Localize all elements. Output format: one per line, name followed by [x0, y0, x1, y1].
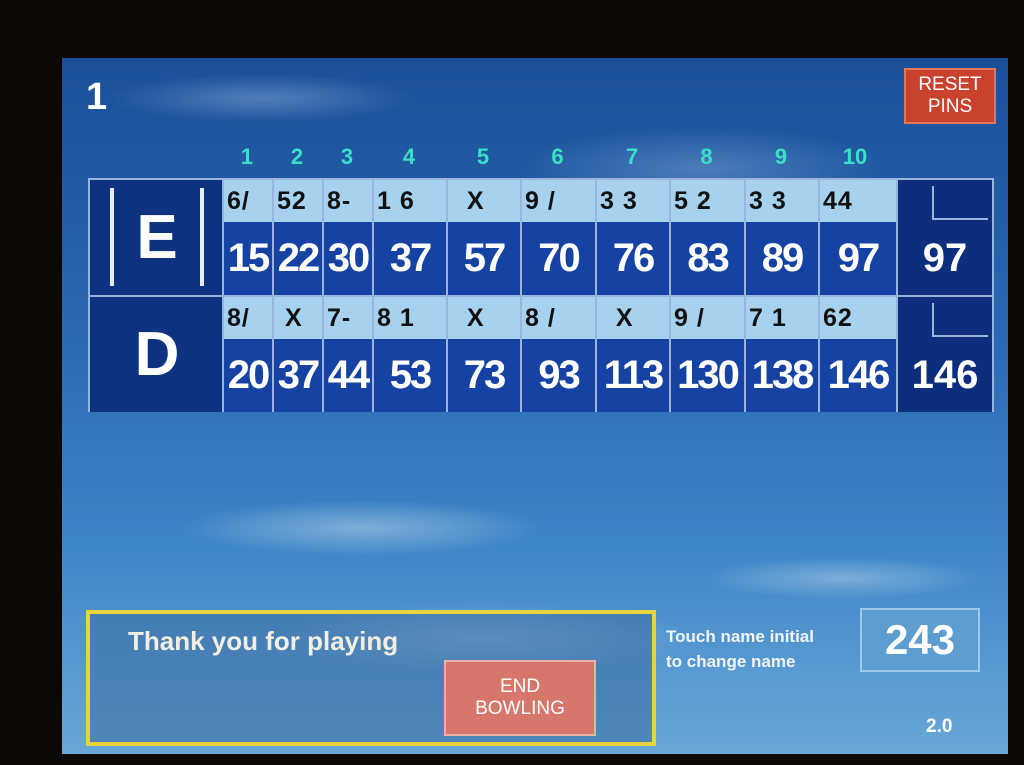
frame-cell: X 57: [448, 180, 522, 295]
frame-number: 2: [290, 144, 304, 169]
frame-balls: 44: [820, 180, 896, 222]
end-bowling-label-line2: BOWLING: [475, 698, 565, 719]
total-score: 146: [911, 353, 979, 397]
frame-balls: 5 2: [671, 180, 744, 222]
frame-cell: 3 3 89: [746, 180, 820, 295]
frame-score: 138: [746, 339, 818, 412]
frame-cell: 8- 30: [324, 180, 374, 295]
frame-cell: 52 22: [274, 180, 324, 295]
lane-number: 1: [86, 76, 108, 118]
bowler-initial-button[interactable]: D: [90, 297, 224, 412]
frame-score: 130: [671, 339, 744, 412]
total-score: 97: [922, 236, 968, 280]
frame-balls: 8 1: [374, 297, 446, 339]
frame-score: 73: [448, 339, 520, 412]
frame-cell: 9 /70: [522, 180, 597, 295]
frame-cell: 8/20: [224, 297, 274, 412]
lane-screen: 1 RESET PINS 1 2 3 4 5 6 7 8 9 10 E 6/15…: [62, 58, 1008, 754]
score-display: 243: [860, 608, 980, 672]
frame-cell: X 37: [274, 297, 324, 412]
change-name-hint: Touch name initial to change name: [666, 624, 866, 674]
frame-number: 3: [340, 144, 354, 169]
frame-score: 53: [374, 339, 446, 412]
total-cell: 97: [898, 180, 992, 295]
frame-number: 1: [240, 144, 254, 169]
frame-number: 10: [842, 144, 868, 169]
frame-balls: 8-: [324, 180, 372, 222]
bowler-row: D 8/20 X 37 7- 44 8 1 53 X 73 8 /93 X 113 9 /…: [90, 297, 992, 412]
frame-balls: X: [448, 180, 520, 222]
frame-cell: 1 6 37: [374, 180, 448, 295]
frame-score: 44: [324, 339, 372, 412]
frame-score: 20: [224, 339, 272, 412]
bowler-row: E 6/15 52 22 8- 30 1 6 37 X 57 9 /70 3 3 76 5…: [90, 180, 992, 297]
hint-line2: to change name: [666, 652, 796, 671]
version-label: 2.0: [926, 716, 953, 737]
frame-score: 89: [746, 222, 818, 295]
frame-number: 7: [625, 144, 639, 169]
frame-number: 9: [774, 144, 788, 169]
frame-score: 113: [597, 339, 669, 412]
frame-balls: 7-: [324, 297, 372, 339]
total-cell: 146: [898, 297, 992, 412]
bowler-initial: E: [136, 203, 178, 272]
frame-cell: 8 1 53: [374, 297, 448, 412]
thank-you-message: Thank you for playing: [128, 626, 399, 656]
end-bowling-button[interactable]: END BOWLING: [444, 660, 596, 736]
frame-score: 70: [522, 222, 595, 295]
frame-number: 6: [551, 144, 564, 169]
frame-score: 22: [274, 222, 322, 295]
frame-balls: 1 6: [374, 180, 446, 222]
hint-line1: Touch name initial: [666, 627, 814, 646]
reset-pins-label-line1: RESET: [918, 74, 982, 95]
frame-cell: 3 3 76: [597, 180, 671, 295]
frame-number-row: 1 2 3 4 5 6 7 8 9 10: [222, 144, 896, 174]
frame-score: 37: [274, 339, 322, 412]
frame-score: 30: [324, 222, 372, 295]
frame-balls: 9 /: [522, 180, 595, 222]
end-bowling-label-line1: END: [499, 676, 541, 697]
frame-balls: 7 1: [746, 297, 818, 339]
frame-balls: 8/: [224, 297, 272, 339]
frame-balls: 3 3: [746, 180, 818, 222]
frame-number: 5: [476, 144, 490, 169]
total-notch: [932, 186, 988, 220]
scoreboard: E 6/15 52 22 8- 30 1 6 37 X 57 9 /70 3 3 76 5…: [88, 178, 994, 412]
bowler-initial: D: [134, 320, 180, 389]
frame-score: 146: [820, 339, 896, 412]
frame-balls: X: [448, 297, 520, 339]
reset-pins-label-line2: PINS: [927, 96, 973, 117]
frame-score: 76: [597, 222, 669, 295]
frame-score: 93: [522, 339, 595, 412]
reset-pins-button[interactable]: RESET PINS: [904, 68, 996, 124]
frame-balls: 6/: [224, 180, 272, 222]
frame-cell: 9 /130: [671, 297, 746, 412]
frame-number: 4: [402, 144, 416, 169]
frame-balls: 9 /: [671, 297, 744, 339]
frame-cell: X 113: [597, 297, 671, 412]
frame-score: 83: [671, 222, 744, 295]
frame-cell: X 73: [448, 297, 522, 412]
frame-cell: 62 146: [820, 297, 898, 412]
bowler-initial-button[interactable]: E: [90, 180, 224, 295]
frame-score: 37: [374, 222, 446, 295]
frame-cell: 7 1 138: [746, 297, 820, 412]
total-notch: [932, 303, 988, 337]
frame-balls: 62: [820, 297, 896, 339]
frame-number: 8: [700, 144, 713, 169]
frame-balls: X: [597, 297, 669, 339]
frame-score: 57: [448, 222, 520, 295]
frame-cell: 6/15: [224, 180, 274, 295]
message-panel: Thank you for playing END BOWLING: [86, 610, 656, 746]
frame-cell: 8 /93: [522, 297, 597, 412]
frame-cell: 44 97: [820, 180, 898, 295]
frame-cell: 7- 44: [324, 297, 374, 412]
frame-balls: X: [274, 297, 322, 339]
frame-balls: 3 3: [597, 180, 669, 222]
frame-balls: 52: [274, 180, 322, 222]
frame-score: 15: [224, 222, 272, 295]
frame-cell: 5 2 83: [671, 180, 746, 295]
frame-score: 97: [820, 222, 896, 295]
frame-balls: 8 /: [522, 297, 595, 339]
